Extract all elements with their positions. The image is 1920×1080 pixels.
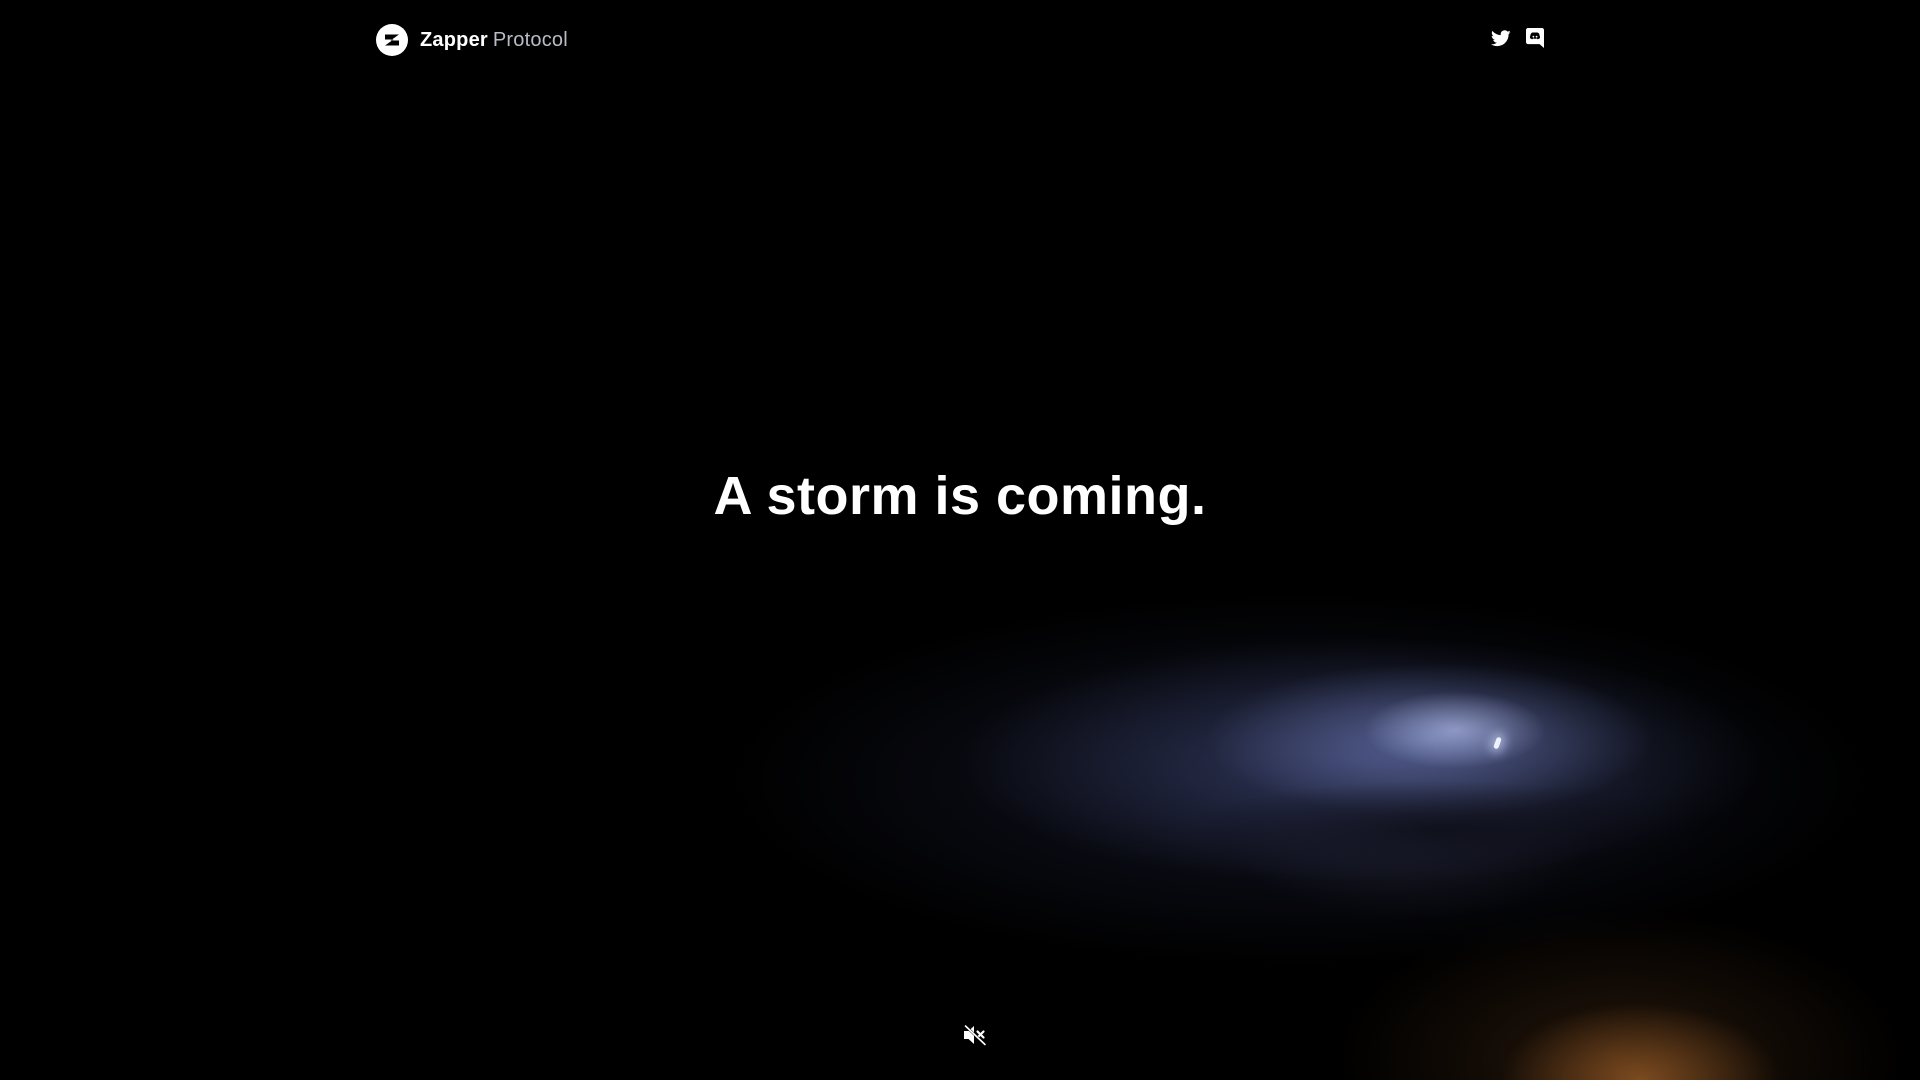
twitter-link[interactable] — [1490, 27, 1512, 49]
mute-toggle-button[interactable] — [958, 1020, 992, 1050]
zapper-logo-icon — [376, 24, 408, 56]
speaker-muted-icon — [964, 1024, 986, 1046]
storm-video-background — [0, 0, 1920, 1080]
brand-suffix: Protocol — [492, 28, 568, 51]
landing-page: Zapper Protocol A storm is coming. — [0, 0, 1920, 1080]
hero-headline: A storm is coming. — [713, 466, 1207, 526]
brand-home-link[interactable]: Zapper Protocol — [376, 24, 568, 56]
social-links — [1490, 27, 1546, 49]
discord-icon — [1526, 28, 1544, 48]
discord-link[interactable] — [1524, 27, 1546, 49]
twitter-icon — [1491, 29, 1511, 46]
site-header: Zapper Protocol — [0, 0, 1920, 80]
brand-name: Zapper — [420, 28, 488, 51]
storm-cloud — [1180, 780, 1700, 880]
